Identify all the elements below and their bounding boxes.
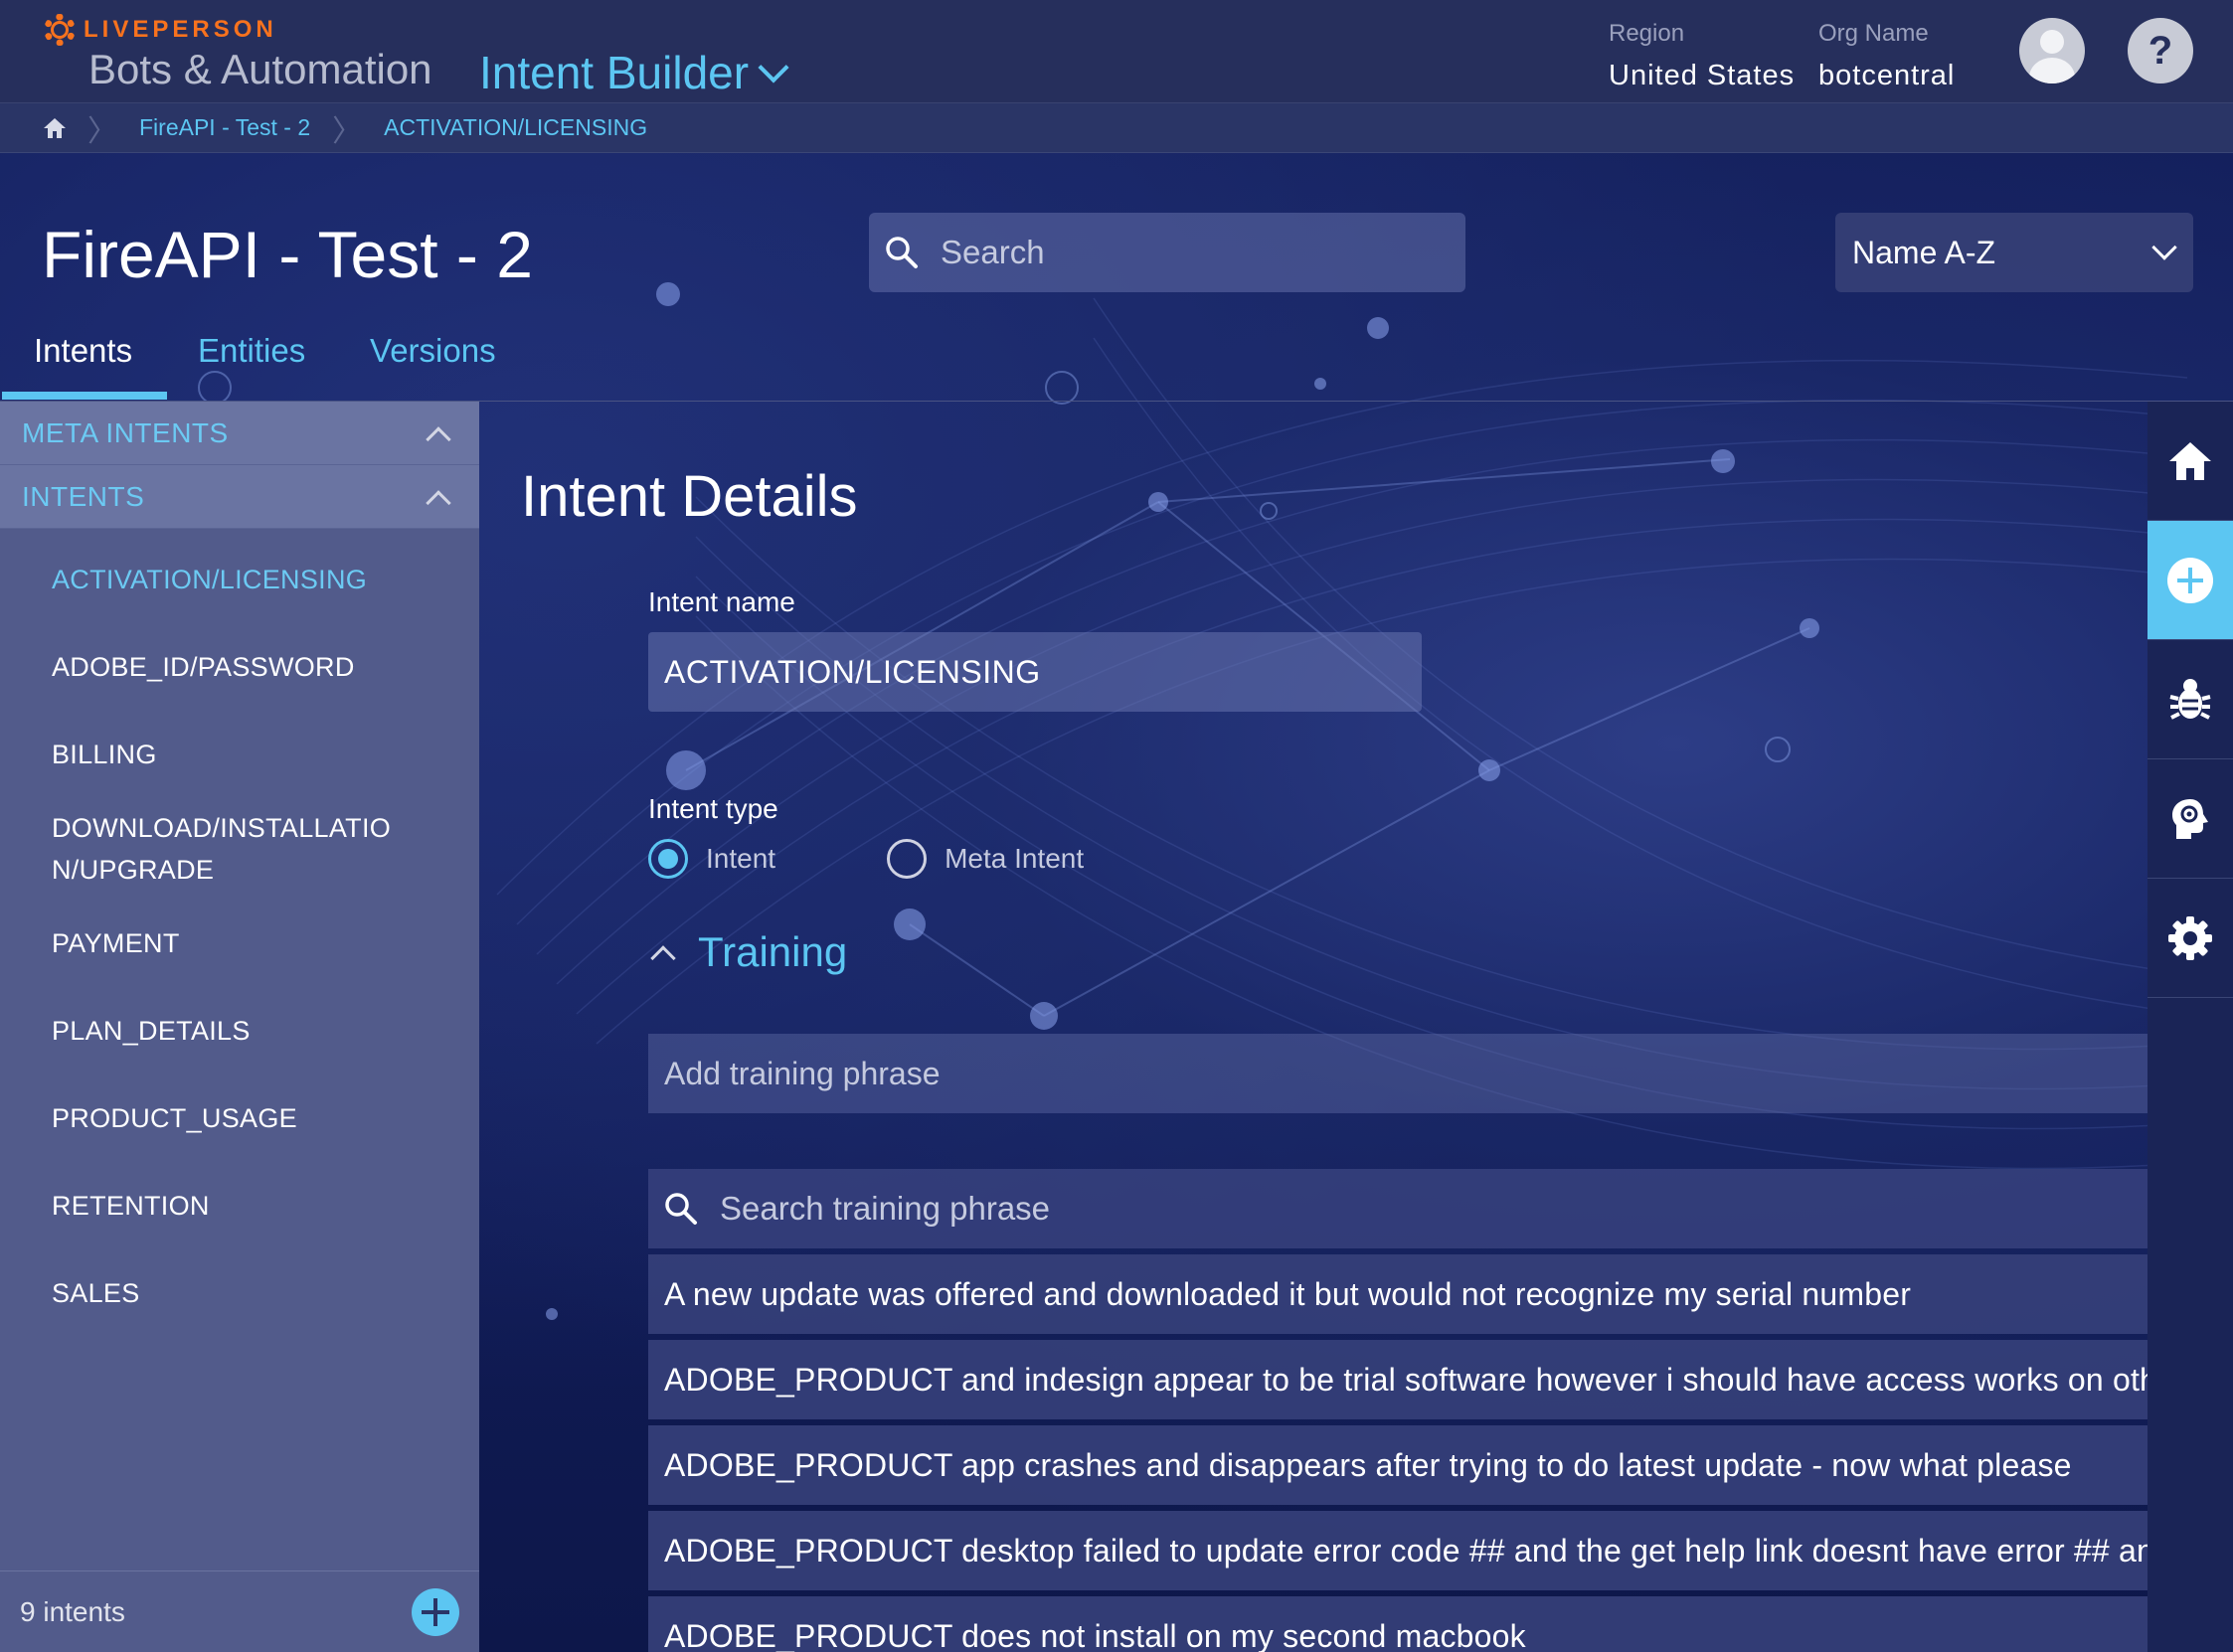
breadcrumb-separator: 〉 [87,114,117,148]
chevron-down-icon [2151,235,2177,260]
chevron-up-icon [426,425,451,452]
intent-item-plan-details[interactable]: PLAN_DETAILS [0,984,479,1072]
debug-button[interactable] [2147,640,2233,759]
breadcrumb: 〉 FireAPI - Test - 2 〉 ACTIVATION/LICENS… [0,103,2233,153]
breadcrumb-intent[interactable]: ACTIVATION/LICENSING [384,114,647,141]
radio-meta-intent[interactable] [887,839,928,879]
radio-meta-intent-label: Meta Intent [945,843,1085,874]
intent-list: ACTIVATION/LICENSING ADOBE_ID/PASSWORD B… [0,529,479,1334]
add-button[interactable] [2147,521,2233,640]
top-header: LIVEPERSON Bots & Automation Intent Buil… [0,0,2233,103]
region-info: Region United States [1609,20,1795,92]
intent-item-payment[interactable]: PAYMENT [0,910,479,984]
intent-item-retention[interactable]: RETENTION [0,1159,479,1246]
tab-versions[interactable]: Versions [370,332,496,370]
breadcrumb-separator: 〉 [332,114,363,148]
search-icon [886,237,918,268]
home-icon [2169,441,2211,480]
intent-item-sales[interactable]: SALES [0,1246,479,1334]
brain-icon [2172,798,2208,839]
group-intents[interactable]: INTENTS [0,465,479,529]
sort-value: Name A-Z [1852,234,1996,270]
training-phrase-list: A new update was offered and downloaded … [648,1254,2147,1652]
search-icon [665,1193,697,1225]
training-phrase[interactable]: ADOBE_PRODUCT and indesign appear to be … [648,1340,2147,1419]
add-icon [2167,557,2213,603]
help-button[interactable]: ? [2128,18,2193,83]
intent-type-options: Intent Meta Intent [648,839,1084,879]
sidebar-footer: 9 intents [0,1570,479,1652]
radio-intent[interactable] [648,839,688,879]
sort-dropdown[interactable]: Name A-Z [1835,213,2193,292]
gear-icon [2168,915,2212,960]
settings-button[interactable] [2147,879,2233,998]
intent-type-label: Intent type [648,793,778,824]
intent-item-product-usage[interactable]: PRODUCT_USAGE [0,1072,479,1159]
bug-icon [2169,678,2211,720]
add-intent-button[interactable] [412,1587,459,1636]
page-title: FireAPI - Test - 2 [42,218,533,291]
home-icon[interactable] [42,116,66,140]
training-phrase[interactable]: A new update was offered and downloaded … [648,1254,2147,1334]
search-input[interactable] [941,234,1418,271]
group-label: INTENTS [22,480,145,512]
region-label: Region [1609,20,1685,47]
liveperson-logo-icon [44,14,76,46]
search-training-phrase-input[interactable]: Search training phrase [720,1190,1050,1228]
intent-count: 9 intents [20,1595,125,1627]
app-name[interactable]: Bots & Automation [88,46,432,93]
right-toolbar [2147,402,2233,1652]
training-phrase[interactable]: ADOBE_PRODUCT desktop failed to update e… [648,1511,2147,1590]
training-phrase[interactable]: ADOBE_PRODUCT does not install on my sec… [648,1596,2147,1652]
search-box[interactable] [869,213,1465,292]
ai-brain-button[interactable] [2147,759,2233,879]
intent-name-input[interactable]: ACTIVATION/LICENSING [648,632,1422,712]
org-label: Org Name [1818,20,1929,47]
detail-title: Intent Details [521,464,858,529]
product-name: Intent Builder [479,47,750,98]
org-value: botcentral [1818,60,1956,91]
region-value: United States [1609,60,1796,91]
intent-sidebar: META INTENTS INTENTS ACTIVATION/LICENSIN… [0,402,479,1652]
training-phrase[interactable]: ADOBE_PRODUCT app crashes and disappears… [648,1425,2147,1505]
active-tab-indicator [2,392,167,400]
home-button[interactable] [2147,402,2233,521]
breadcrumb-bot[interactable]: FireAPI - Test - 2 [139,114,310,141]
intent-item-adobe-id-password[interactable]: ADOBE_ID/PASSWORD [0,620,479,708]
intent-name-label: Intent name [648,586,795,617]
chevron-up-icon [650,945,676,971]
org-info: Org Name botcentral [1818,20,1955,92]
tab-intents[interactable]: Intents [34,332,132,370]
search-training-phrase-box[interactable]: Search training phrase [648,1169,2147,1248]
group-label: META INTENTS [22,416,229,448]
tab-bar: Intents Entities Versions [0,324,2233,402]
liveperson-brand: LIVEPERSON [84,16,277,43]
group-meta-intents[interactable]: META INTENTS [0,402,479,465]
training-section-toggle[interactable]: Training [648,928,847,976]
intent-item-download-installation-upgrade[interactable]: DOWNLOAD/INSTALLATIO N/UPGRADE [0,795,437,910]
add-training-phrase-input[interactable]: Add training phrase [648,1034,2147,1113]
user-avatar[interactable] [2019,18,2085,83]
tab-entities[interactable]: Entities [198,332,305,370]
product-switcher[interactable]: Intent Builder [479,46,789,99]
radio-intent-label: Intent [706,843,776,874]
intent-item-billing[interactable]: BILLING [0,708,479,795]
chevron-up-icon [426,489,451,516]
intent-item-activation-licensing[interactable]: ACTIVATION/LICENSING [0,539,479,620]
liveperson-logo: LIVEPERSON [44,14,277,46]
chevron-down-icon [758,52,789,83]
training-label: Training [698,928,848,975]
